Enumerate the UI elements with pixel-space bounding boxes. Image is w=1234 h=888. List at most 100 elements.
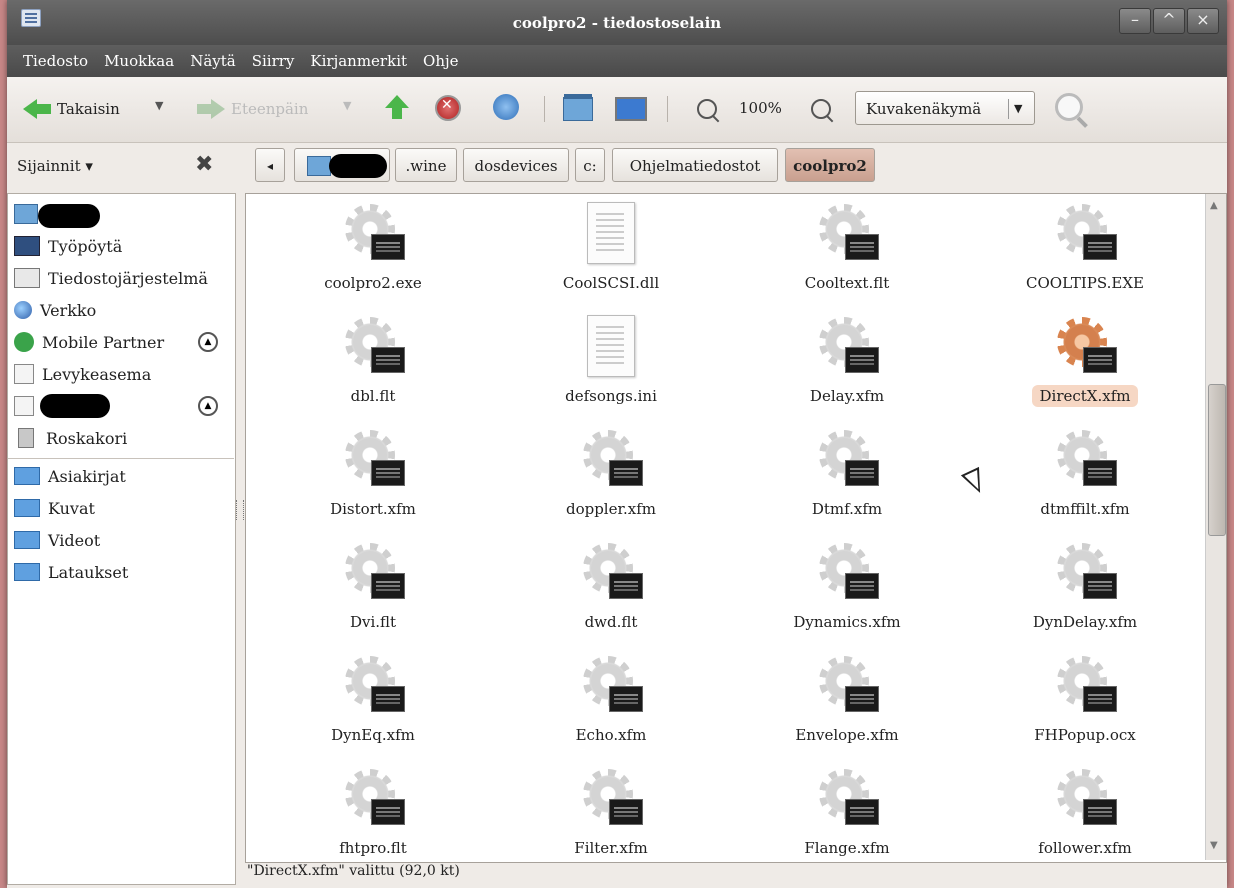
file-item[interactable]: Echo.xfm [496,654,726,746]
sidebar-item-label: Työpöytä [48,236,123,256]
breadcrumb-scroll-left[interactable]: ◂ [255,148,285,182]
exe-gear-icon [341,541,405,605]
eject-icon[interactable]: ▲ [198,332,218,352]
exe-gear-icon [579,541,643,605]
breadcrumb-dosdevices[interactable]: dosdevices [463,148,569,182]
scroll-down-icon[interactable]: ▼ [1210,840,1218,851]
scrollbar-thumb[interactable] [1208,384,1226,536]
file-name: Envelope.xfm [795,726,899,744]
close-sidebar-icon[interactable]: ✖ [195,152,213,177]
pane-resize-handle[interactable] [236,500,244,520]
file-item[interactable]: Dtmf.xfm [732,428,962,520]
home-folder-icon [307,156,331,176]
drive-icon [14,268,40,288]
redacted-username [329,154,387,178]
breadcrumb-wine[interactable]: .wine [395,148,457,182]
window-title: coolpro2 - tiedostoselain [512,14,722,32]
sidebar-item-pictures[interactable]: Kuvat [14,494,95,522]
file-item[interactable]: DirectX.xfm [970,315,1200,407]
file-icon-view[interactable]: coolpro2.exe CoolSCSI.dll Cooltext.flt COOL… [245,193,1227,863]
sidebar-item-floppy[interactable]: Levykeasema [14,360,151,388]
zoom-in-button[interactable] [811,99,831,119]
file-name: dwd.flt [584,613,638,631]
file-name: FHPopup.ocx [1034,726,1136,744]
file-name: coolpro2.exe [324,274,422,292]
menu-ohje[interactable]: Ohje [423,52,459,70]
sidebar-item-desktop[interactable]: Työpöytä [14,232,122,260]
sidebar-item-network[interactable]: Verkko [14,296,96,324]
exe-gear-icon [1053,428,1117,492]
file-item[interactable]: COOLTIPS.EXE [970,202,1200,294]
sidebar-item-device[interactable] [14,392,34,420]
sidebar-item-videos[interactable]: Videot [14,526,100,554]
file-item[interactable]: Dvi.flt [258,541,488,633]
menu-siirry[interactable]: Siirry [252,52,295,70]
forward-button[interactable]: Eteenpäin [197,99,308,119]
file-item[interactable]: Envelope.xfm [732,654,962,746]
chevron-down-icon: ▼ [1014,102,1023,115]
exe-gear-icon [815,767,879,831]
menu-tiedosto[interactable]: Tiedosto [23,52,88,70]
file-item[interactable]: dbl.flt [258,315,488,407]
file-item[interactable]: DynDelay.xfm [970,541,1200,633]
file-name: Dvi.flt [349,613,397,631]
menu-muokkaa[interactable]: Muokkaa [104,52,174,70]
file-item[interactable]: Cooltext.flt [732,202,962,294]
sidebar-item-mobile-partner[interactable]: Mobile Partner [14,328,164,356]
exe-gear-icon [579,767,643,831]
zoom-out-button[interactable] [697,99,717,119]
sidebar-item-home[interactable] [14,200,38,228]
home-button[interactable] [563,94,593,121]
title-bar[interactable]: coolpro2 - tiedostoselain – ^ × [7,0,1227,45]
forward-history-dropdown[interactable]: ▼ [343,99,351,112]
reload-button[interactable] [493,94,519,120]
computer-button[interactable] [615,97,647,121]
sidebar-divider [8,458,234,459]
file-item[interactable]: dwd.flt [496,541,726,633]
scroll-up-icon[interactable]: ▲ [1210,200,1218,211]
file-item[interactable]: fhtpro.flt [258,767,488,859]
sidebar-item-filesystem[interactable]: Tiedostojärjestelmä [14,264,208,292]
toolbar-separator [544,96,545,122]
menu-nayta[interactable]: Näytä [190,52,236,70]
breadcrumb-coolpro2[interactable]: coolpro2 [785,148,875,182]
file-item[interactable]: FHPopup.ocx [970,654,1200,746]
file-item[interactable]: Dynamics.xfm [732,541,962,633]
maximize-button[interactable]: ^ [1153,8,1185,34]
zoom-out-icon [697,99,717,119]
file-item[interactable]: doppler.xfm [496,428,726,520]
file-item[interactable]: dtmffilt.xfm [970,428,1200,520]
sidebar-item-documents[interactable]: Asiakirjat [14,462,126,490]
file-item[interactable]: CoolSCSI.dll [496,202,726,294]
menu-kirjanmerkit[interactable]: Kirjanmerkit [310,52,407,70]
exe-gear-icon [815,315,879,379]
up-button[interactable] [385,95,409,119]
close-button[interactable]: × [1187,8,1219,34]
back-arrow-icon [23,99,51,119]
file-item[interactable]: DynEq.xfm [258,654,488,746]
file-item[interactable]: coolpro2.exe [258,202,488,294]
file-item[interactable]: Distort.xfm [258,428,488,520]
minimize-button[interactable]: – [1119,8,1151,34]
sidebar-item-downloads[interactable]: Lataukset [14,558,128,586]
view-mode-select[interactable]: Kuvakenäkymä ▼ [855,91,1035,125]
search-icon[interactable] [1055,93,1083,121]
stop-button[interactable] [435,95,461,121]
back-history-dropdown[interactable]: ▼ [155,99,163,112]
sidebar-item-label: Mobile Partner [42,332,165,352]
file-item[interactable]: follower.xfm [970,767,1200,859]
vertical-scrollbar[interactable]: ▲ ▼ [1205,194,1226,860]
eject-icon[interactable]: ▲ [198,396,218,416]
back-button[interactable]: Takaisin [23,99,120,119]
breadcrumb-ohjelmatiedostot[interactable]: Ohjelmatiedostot [612,148,778,182]
file-item[interactable]: Flange.xfm [732,767,962,859]
breadcrumb-c[interactable]: c: [575,148,605,182]
file-name: DynDelay.xfm [1032,613,1138,631]
status-bar: "DirectX.xfm" valittu (92,0 kt) [247,863,460,879]
sidebar-item-trash[interactable]: Roskakori [14,424,127,452]
file-name: defsongs.ini [565,387,657,405]
file-item[interactable]: Filter.xfm [496,767,726,859]
file-item[interactable]: defsongs.ini [496,315,726,407]
sidebar-header[interactable]: Sijainnit ▾ [17,157,93,175]
file-item[interactable]: Delay.xfm [732,315,962,407]
